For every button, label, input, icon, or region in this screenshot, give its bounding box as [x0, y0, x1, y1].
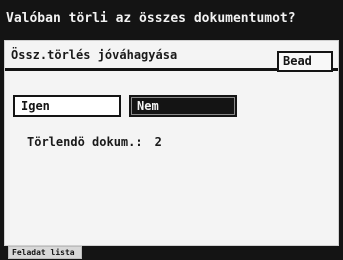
machine-display: Valóban törli az összes dokumentumot? Ös… [0, 0, 343, 260]
no-button[interactable]: Nem [129, 95, 237, 117]
job-list-tab[interactable]: Feladat lista [8, 246, 82, 259]
documents-to-delete-label: Törlendö dokum.: [27, 135, 143, 149]
confirmation-panel: Össz.törlés jóváhagyása Bead Igen Nem Tö… [4, 40, 339, 246]
close-button[interactable]: Bead [277, 51, 333, 72]
dialog-title: Valóban törli az összes dokumentumot? [2, 2, 341, 37]
yes-button[interactable]: Igen [13, 95, 121, 117]
documents-to-delete-row: Törlendö dokum.: 2 [27, 135, 162, 149]
documents-to-delete-count: 2 [154, 135, 162, 149]
panel-header-title: Össz.törlés jóváhagyása [11, 48, 178, 62]
